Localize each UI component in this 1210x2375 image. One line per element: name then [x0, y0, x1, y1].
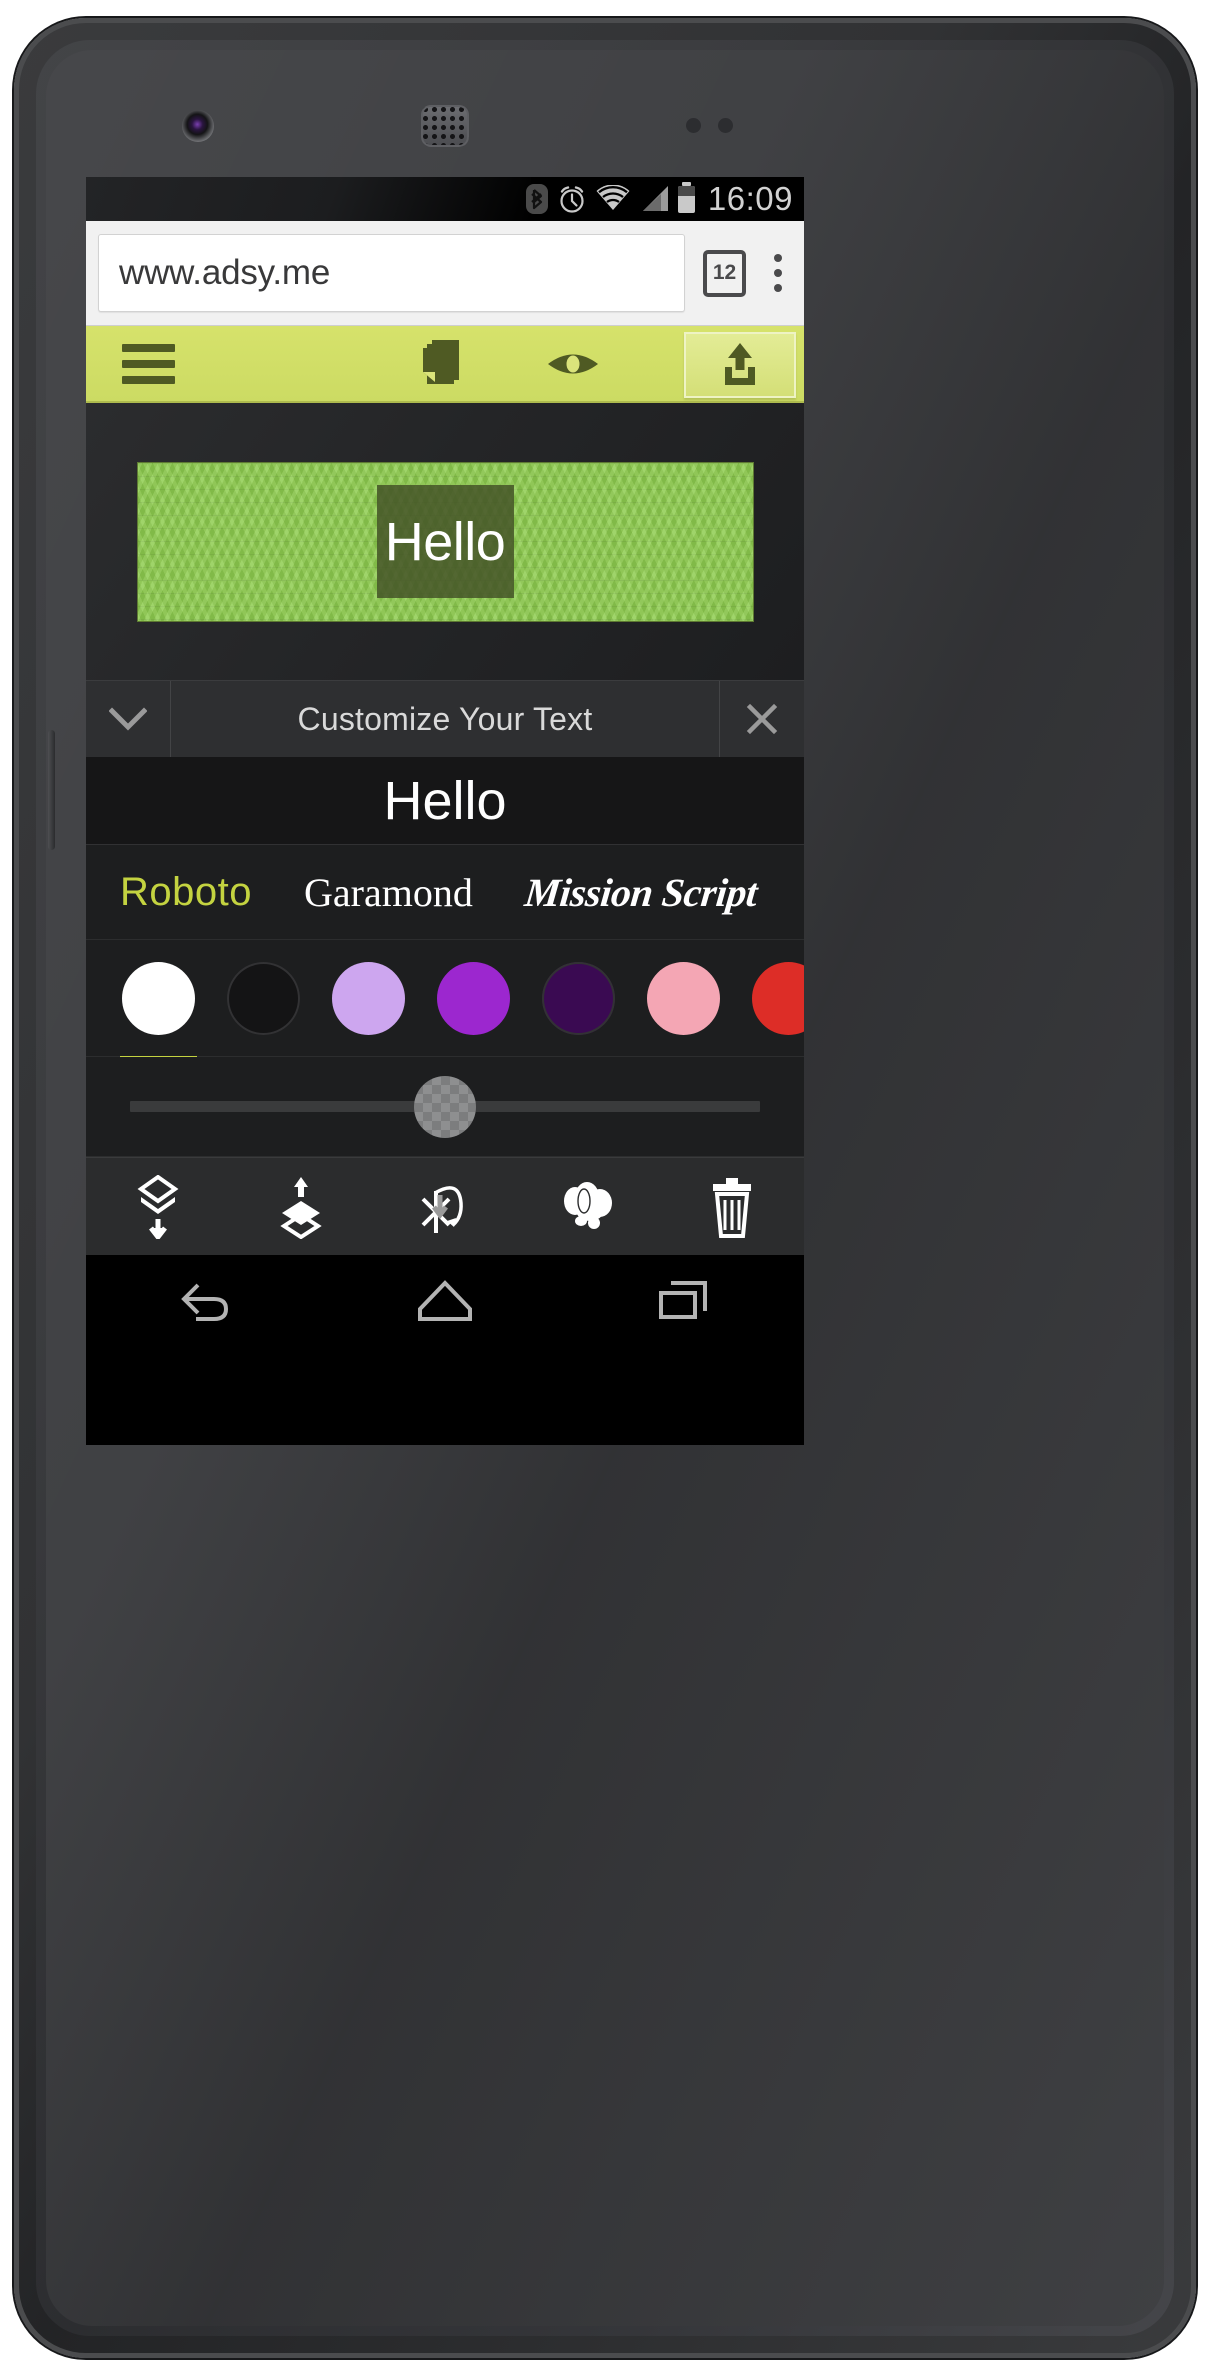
export-upload-icon[interactable]	[684, 332, 796, 398]
battery-icon	[677, 181, 695, 213]
bluetooth-icon	[525, 184, 548, 214]
url-bar[interactable]: www.adsy.me	[98, 234, 685, 312]
text-layer-content: Hello	[384, 511, 506, 572]
color-swatch-red[interactable]	[752, 961, 804, 1035]
close-x-icon[interactable]	[719, 681, 804, 757]
hamburger-menu-icon[interactable]	[86, 343, 211, 384]
overflow-menu-icon[interactable]	[764, 254, 792, 292]
artboard[interactable]: Hello	[136, 461, 754, 622]
signal-icon	[639, 185, 669, 213]
color-swatch-purple[interactable]	[437, 961, 510, 1035]
delete-icon[interactable]	[672, 1158, 792, 1256]
phone-device: 16:09 www.adsy.me 12 Hello Customize You…	[14, 18, 1196, 2358]
text-input-field[interactable]: Hello	[86, 757, 804, 845]
light-sensor-icon	[718, 118, 733, 133]
opacity-slider[interactable]	[86, 1057, 804, 1157]
eye-preview-icon[interactable]	[508, 347, 638, 381]
font-option-roboto[interactable]: Roboto	[120, 870, 304, 915]
chevron-down-icon[interactable]	[86, 681, 171, 757]
proximity-sensor-icon	[686, 118, 701, 133]
text-input-value: Hello	[383, 770, 507, 831]
home-button[interactable]	[360, 1255, 530, 1347]
color-swatch-dark-purple[interactable]	[542, 961, 615, 1035]
app-toolbar	[86, 326, 804, 403]
phone-glass: 16:09 www.adsy.me 12 Hello Customize You…	[46, 50, 1164, 2326]
text-layer[interactable]: Hello	[376, 485, 514, 598]
status-bar-clock: 16:09	[707, 180, 793, 217]
browser-toolbar: www.adsy.me 12	[86, 221, 804, 326]
flip-rotate-icon[interactable]	[385, 1158, 505, 1256]
slider-thumb[interactable]	[414, 1075, 476, 1138]
earpiece-speaker-icon	[421, 105, 469, 147]
android-navigation-bar	[86, 1255, 804, 1347]
font-picker[interactable]: Roboto Garamond Mission Script W	[86, 845, 804, 940]
tab-count-label: 12	[712, 261, 737, 284]
back-button[interactable]	[121, 1255, 291, 1347]
color-swatch-pink[interactable]	[647, 961, 720, 1035]
color-picker[interactable]	[86, 940, 804, 1061]
send-backward-icon[interactable]	[98, 1158, 218, 1256]
layer-tools	[86, 1157, 804, 1255]
font-option-garamond[interactable]: Garamond	[304, 869, 525, 916]
recents-button[interactable]	[599, 1255, 769, 1347]
design-canvas[interactable]: Hello	[86, 403, 804, 680]
phone-screen: 16:09 www.adsy.me 12 Hello Customize You…	[86, 177, 804, 1445]
alarm-icon	[557, 184, 587, 214]
status-bar: 16:09	[86, 177, 804, 221]
volume-button[interactable]	[48, 730, 55, 850]
front-camera-icon	[182, 110, 214, 142]
pages-icon[interactable]	[378, 338, 508, 390]
slider-track[interactable]	[130, 1075, 760, 1138]
url-text: www.adsy.me	[119, 253, 331, 292]
bring-forward-icon[interactable]	[241, 1158, 361, 1256]
panel-title: Customize Your Text	[297, 700, 593, 737]
wifi-icon	[596, 185, 630, 213]
smudge-icon[interactable]	[529, 1158, 649, 1256]
phone-bezel: 16:09 www.adsy.me 12 Hello Customize You…	[36, 40, 1174, 2336]
font-option-mission-script[interactable]: Mission Script	[522, 869, 804, 916]
color-swatch-light-purple[interactable]	[332, 961, 405, 1035]
color-swatch-white[interactable]	[120, 961, 197, 1061]
color-swatch-black[interactable]	[227, 961, 300, 1035]
customize-panel-header: Customize Your Text	[86, 680, 804, 757]
tab-count-button[interactable]: 12	[703, 249, 746, 297]
